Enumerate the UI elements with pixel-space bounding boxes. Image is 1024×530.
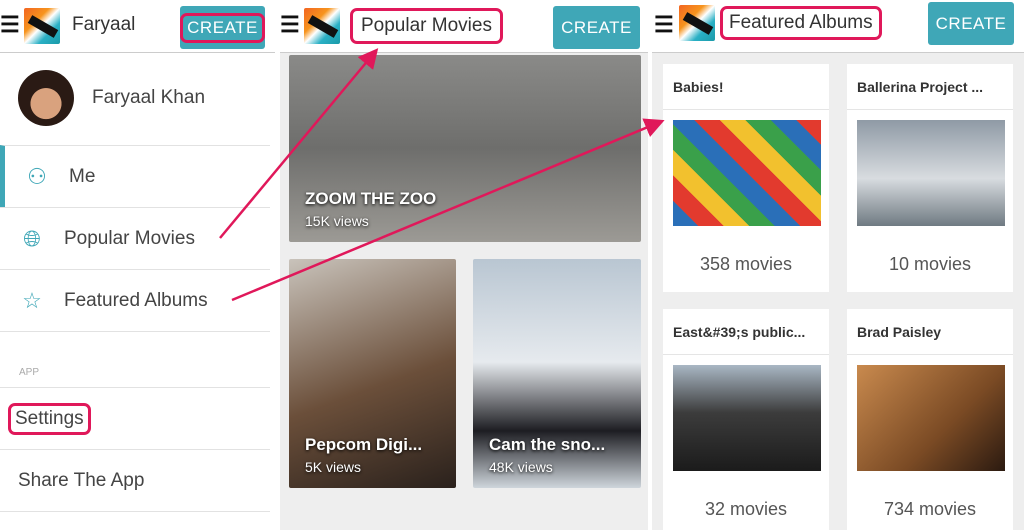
menu-item-me[interactable]: ⚇ Me — [0, 145, 270, 207]
album-thumbnail — [857, 120, 1005, 226]
menu-label: Popular Movies — [64, 227, 195, 249]
hamburger-menu-icon[interactable]: ☰ — [280, 14, 300, 36]
create-button[interactable]: CREATE — [553, 6, 640, 49]
album-thumbnail — [857, 365, 1005, 471]
album-count: 734 movies — [883, 499, 977, 519]
profile[interactable]: Faryaal Khan — [18, 70, 205, 126]
album-title: East&#39;s public... — [673, 324, 806, 340]
menu-item-featured-albums[interactable]: ☆ Featured Albums — [0, 269, 270, 331]
menu-label: Featured Albums — [64, 289, 208, 311]
movie-card[interactable]: Pepcom Digi... 5K views — [289, 259, 456, 488]
menu-item-popular-movies[interactable]: 🌐︎ Popular Movies — [0, 207, 270, 269]
top-bar: ☰ Faryaal CREATE — [0, 0, 275, 53]
avatar — [18, 70, 74, 126]
popular-movies-panel: ☰ Popular Movies CREATE ZOOM THE ZOO 15K… — [280, 0, 648, 530]
section-label: APP — [19, 367, 40, 378]
movie-views: 48K views — [489, 459, 553, 475]
globe-icon: 🌐︎ — [23, 225, 41, 251]
create-label: CREATE — [180, 12, 265, 43]
side-menu-panel: ☰ Faryaal CREATE Faryaal Khan ⚇ Me 🌐︎ Popu… — [0, 0, 275, 530]
movie-title: Pepcom Digi... — [305, 435, 423, 454]
featured-albums-panel: ☰ Featured Albums CREATE Babies! 358 movi… — [652, 0, 1024, 530]
settings-label: Settings — [8, 402, 91, 435]
movie-card[interactable]: Cam the sno... 48K views — [473, 259, 641, 488]
page-title: Featured Albums — [720, 6, 882, 40]
menu-item-share-app[interactable]: Share The App — [0, 449, 270, 511]
album-title: Ballerina Project ... — [857, 79, 984, 95]
album-card[interactable]: Ballerina Project ... 10 movies — [847, 64, 1013, 292]
app-logo — [679, 5, 715, 41]
top-bar: ☰ Featured Albums CREATE — [652, 0, 1024, 53]
menu-label: Me — [69, 165, 96, 187]
movie-title: ZOOM THE ZOO — [305, 189, 437, 208]
app-logo — [304, 8, 340, 44]
share-label: Share The App — [18, 469, 145, 491]
movie-title: Cam the sno... — [489, 435, 606, 454]
album-card[interactable]: Brad Paisley 734 movies — [847, 309, 1013, 530]
album-card[interactable]: East&#39;s public... 32 movies — [663, 309, 829, 530]
album-title: Babies! — [673, 79, 724, 95]
star-icon: ☆ — [22, 287, 42, 313]
menu-item-settings[interactable]: Settings — [0, 387, 270, 449]
album-title: Brad Paisley — [857, 324, 942, 340]
create-button[interactable]: CREATE — [180, 6, 265, 49]
user-name: Faryaal Khan — [92, 87, 206, 108]
hamburger-menu-icon[interactable]: ☰ — [0, 14, 20, 36]
album-count: 32 movies — [704, 499, 788, 519]
top-bar: ☰ Popular Movies CREATE — [280, 0, 648, 53]
person-icon: ⚇ — [27, 163, 47, 189]
album-count: 358 movies — [699, 254, 793, 274]
album-count: 10 movies — [888, 254, 972, 274]
user-title: Faryaal — [72, 14, 136, 35]
movie-views: 5K views — [305, 459, 362, 475]
album-thumbnail — [673, 120, 821, 226]
album-thumbnail — [673, 365, 821, 471]
create-button[interactable]: CREATE — [928, 2, 1014, 45]
album-card[interactable]: Babies! 358 movies — [663, 64, 829, 292]
hamburger-menu-icon[interactable]: ☰ — [654, 14, 674, 36]
app-logo — [24, 8, 60, 44]
movie-views: 15K views — [305, 213, 369, 229]
movie-card[interactable]: ZOOM THE ZOO 15K views — [289, 55, 641, 242]
page-title: Popular Movies — [350, 8, 503, 44]
